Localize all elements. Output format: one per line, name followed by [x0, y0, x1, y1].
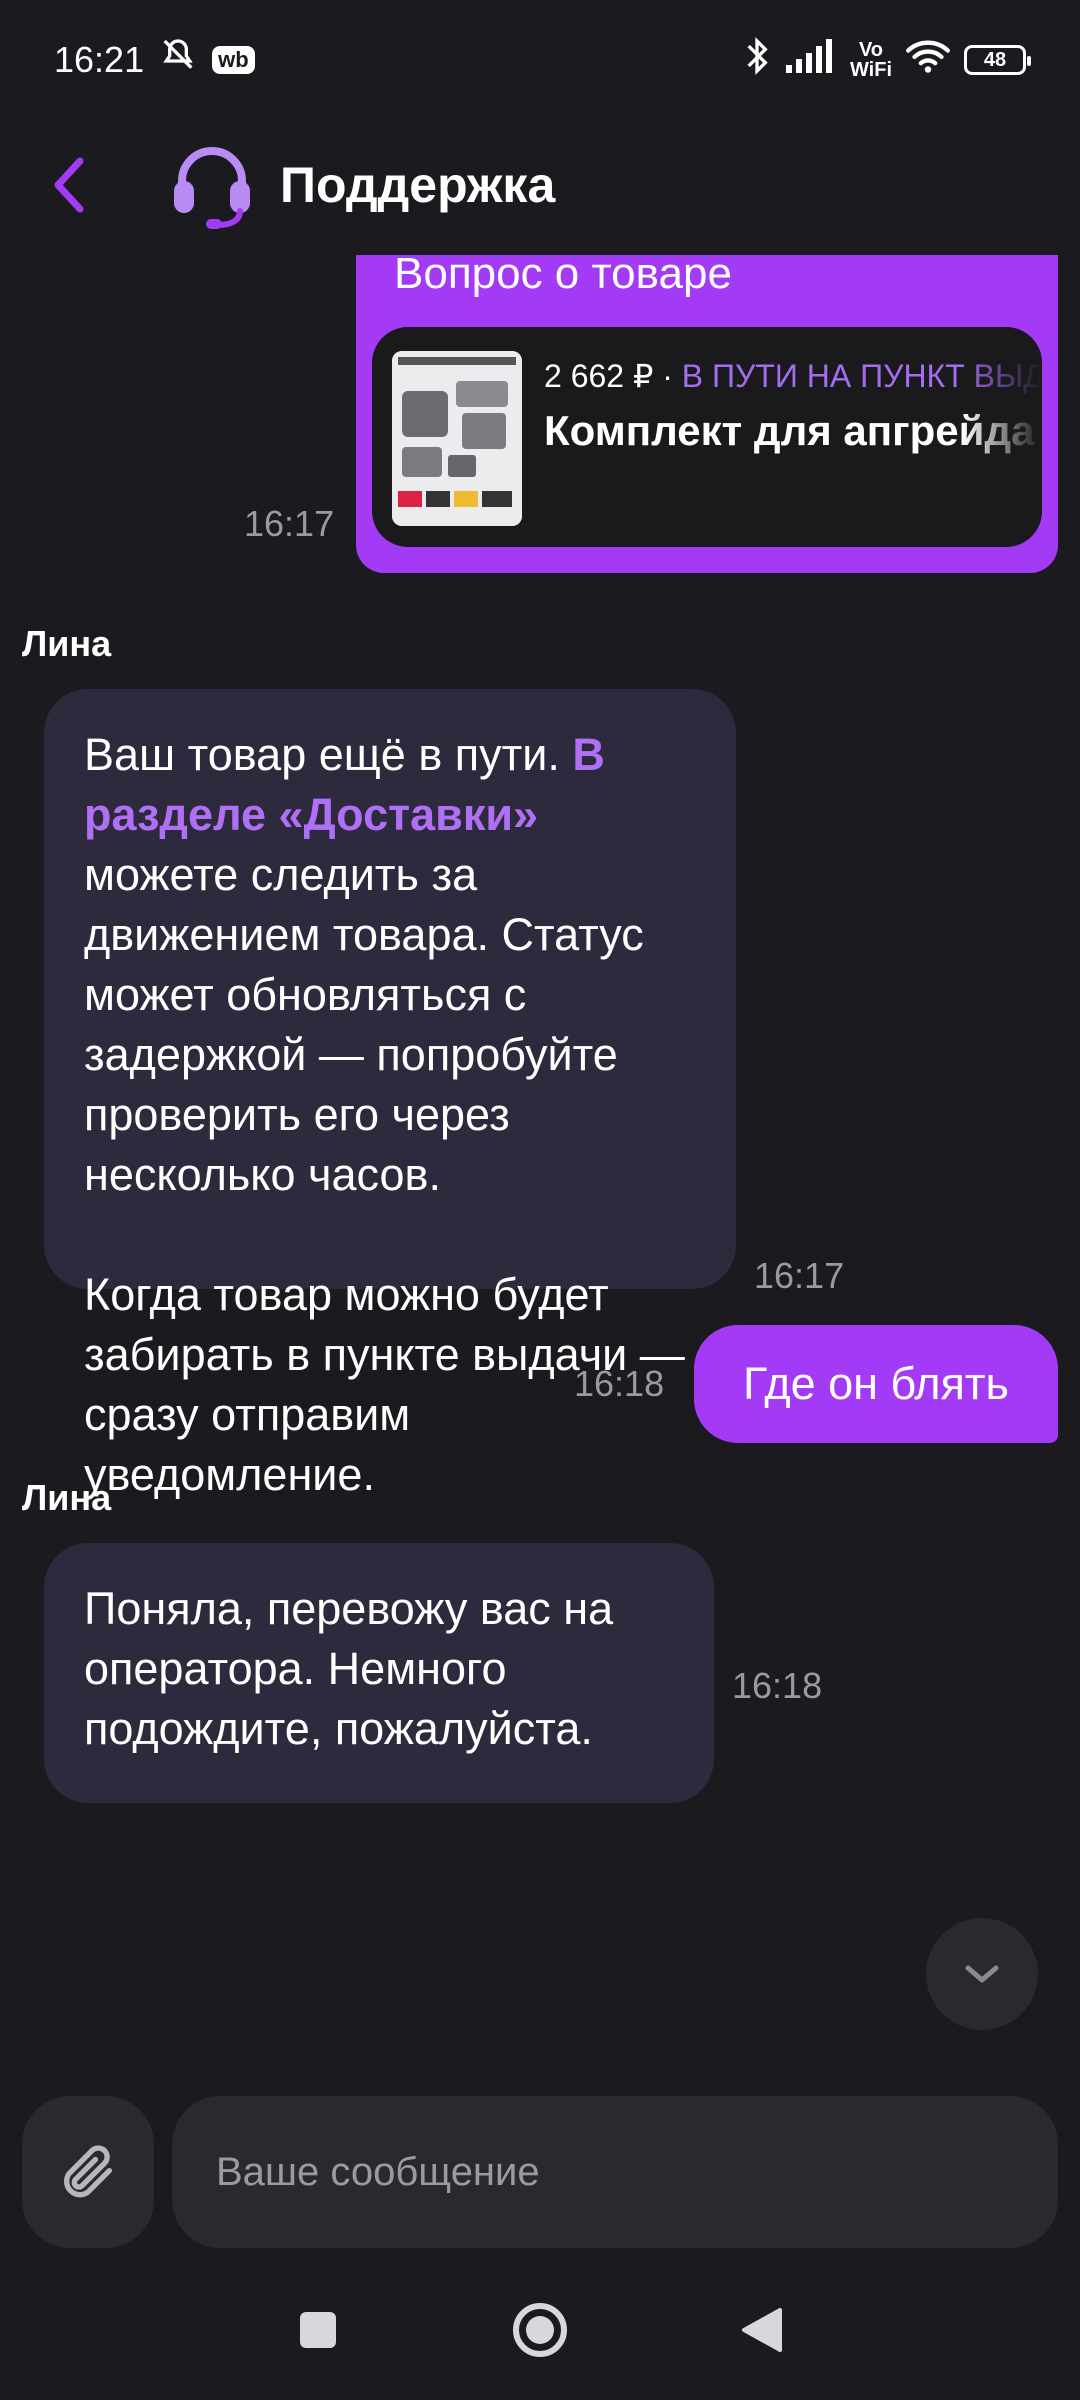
message-text: Где он блять — [743, 1358, 1009, 1409]
message-time: 16:18 — [574, 1363, 665, 1404]
status-bar: 16:21 wb Vo WiFi 48 — [0, 0, 1080, 120]
product-price: 2 662 ₽ · — [544, 358, 682, 394]
signal-icon — [785, 38, 836, 82]
chevron-left-icon — [54, 157, 84, 213]
volte-bottom: WiFi — [849, 59, 892, 81]
volte-label: Vo WiFi — [850, 40, 892, 80]
support-headset-icon — [174, 147, 250, 229]
volte-top: Vo — [858, 39, 884, 61]
message-text: Ваш товар ещё в пути. — [84, 729, 573, 780]
incoming-message-bubble: Поняла, перевожу вас на оператора. Немно… — [44, 1543, 714, 1803]
page-title: Поддержка — [280, 157, 556, 213]
message-composer — [0, 2090, 1080, 2260]
message-text: можете следить за движением товара. Стат… — [84, 849, 644, 1200]
chevron-down-icon — [965, 1965, 999, 1983]
message-text: Поняла, перевожу вас на оператора. Немно… — [84, 1583, 614, 1754]
bluetooth-icon — [742, 36, 772, 85]
message-time: 16:17 — [754, 1255, 845, 1296]
attach-button[interactable] — [22, 2096, 154, 2248]
message-time: 16:18 — [732, 1665, 823, 1706]
chat-messages[interactable]: Вопрос о товаре 2 662 ₽ · В ПУТИ НА ПУНК… — [0, 255, 1080, 2075]
circle-icon — [513, 2303, 567, 2357]
recent-apps-button[interactable] — [282, 2294, 354, 2366]
wifi-icon — [906, 38, 950, 83]
product-question-title: Вопрос о товаре — [394, 255, 732, 298]
square-icon — [300, 2312, 336, 2348]
sender-name: Лина — [22, 1477, 112, 1518]
product-thumbnail — [392, 351, 522, 526]
back-button[interactable] — [48, 145, 108, 225]
system-nav-bar — [0, 2260, 1080, 2400]
sender-name: Лина — [22, 623, 112, 664]
status-time: 16:21 — [54, 39, 145, 80]
home-button[interactable] — [504, 2294, 576, 2366]
message-input[interactable] — [172, 2096, 1058, 2248]
mute-icon — [158, 36, 198, 85]
scroll-to-bottom-button[interactable] — [926, 1918, 1038, 2030]
product-card[interactable]: 2 662 ₽ · В ПУТИ НА ПУНКТ ВЫДАЧИ Комплек… — [372, 327, 1042, 547]
product-fade — [962, 327, 1042, 547]
triangle-back-icon — [742, 2308, 782, 2352]
chat-header: Поддержка — [0, 130, 1080, 240]
status-right: Vo WiFi 48 — [742, 36, 1031, 85]
back-nav-button[interactable] — [726, 2294, 798, 2366]
outgoing-message-bubble: Где он блять — [694, 1325, 1058, 1443]
product-question-bubble[interactable]: Вопрос о товаре 2 662 ₽ · В ПУТИ НА ПУНК… — [356, 255, 1058, 573]
paperclip-icon — [64, 2145, 112, 2198]
status-left: 16:21 wb — [54, 36, 255, 85]
message-time: 16:17 — [244, 503, 335, 544]
battery-icon: 48 — [964, 45, 1031, 75]
app-badge: wb — [212, 46, 255, 74]
incoming-message-bubble: Ваш товар ещё в пути. В разделе «Доставк… — [44, 689, 736, 1500]
